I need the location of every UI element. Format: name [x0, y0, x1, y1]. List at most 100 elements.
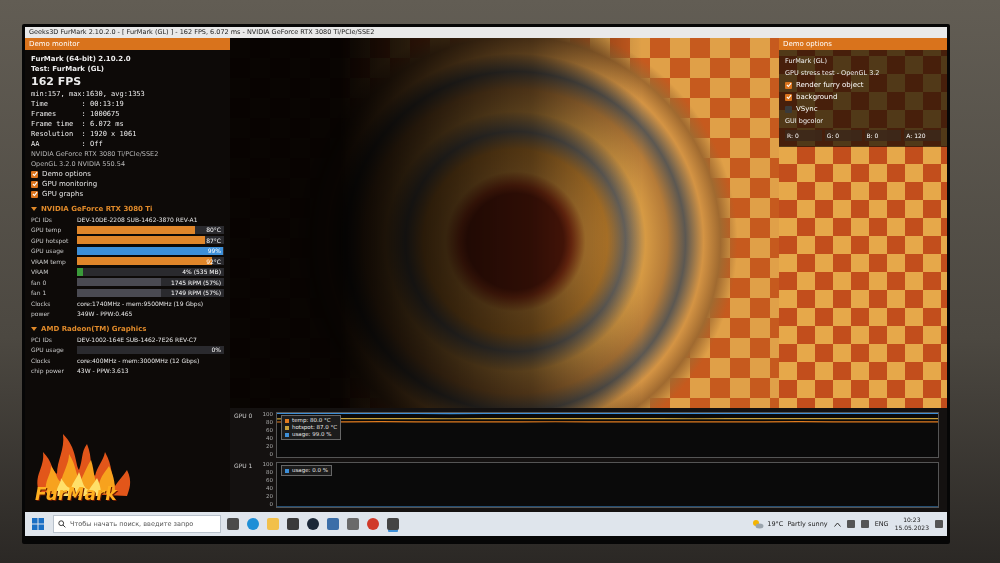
store-icon[interactable] [287, 518, 299, 530]
row-label: fan 1 [31, 289, 77, 296]
edge-icon[interactable] [247, 518, 259, 530]
row-label: VRAM temp [31, 258, 77, 265]
windows-icon [32, 518, 44, 530]
graph: GPU 1100806040200usage: 0.0 % [234, 462, 939, 508]
row-label: Clocks [31, 300, 77, 307]
legend-swatch [285, 469, 289, 473]
expand-icon [31, 207, 37, 211]
row-label: PCI IDs [31, 336, 77, 343]
gpu-header[interactable]: NVIDIA GeForce RTX 3080 Ti [31, 203, 224, 214]
legend-swatch [285, 433, 289, 437]
network-icon[interactable] [847, 520, 855, 528]
logo-text: FurMark [35, 484, 117, 504]
color-field[interactable]: R: 0 [785, 130, 822, 141]
info-line: NVIDIA GeForce RTX 3080 Ti/PCIe/SSE2 [31, 149, 224, 159]
checkbox[interactable] [785, 106, 792, 113]
pinned-apps [227, 518, 399, 530]
language-indicator[interactable]: ENG [875, 520, 889, 528]
taskbar: Чтобы начать поиск, введите запро 19°C Pa… [25, 512, 947, 536]
gpu-row: chip power43W - PPW:3.613 [31, 366, 224, 377]
tick: 40 [266, 436, 273, 442]
furry-object-render [230, 38, 779, 408]
gpu-row: PCI IDsDEV-1002-164E SUB-1462-7E26 REV-C… [31, 334, 224, 345]
checkbox[interactable] [31, 171, 38, 178]
weather[interactable]: 19°C Partly sunny [752, 519, 827, 529]
start-button[interactable] [29, 515, 47, 533]
system-tray: 19°C Partly sunny ENG 10:2315.05.2023 [752, 516, 943, 532]
furmark-logo: FurMark [31, 430, 141, 508]
tick: 20 [266, 494, 273, 500]
checkbox-row[interactable]: VSync [785, 104, 941, 114]
legend-item: usage: 99.0 % [285, 431, 337, 438]
color-field[interactable]: A: 120 [904, 130, 941, 141]
row-label: chip power [31, 367, 77, 374]
monitor: Geeks3D FurMark 2.10.2.0 - [ FurMark (GL… [22, 24, 950, 544]
checkbox[interactable] [31, 181, 38, 188]
expand-icon [31, 327, 37, 331]
checkbox-row[interactable]: GPU monitoring [31, 179, 224, 189]
info-line: OpenGL 3.2.0 NVIDIA 550.54 [31, 159, 224, 169]
checkbox-row[interactable]: background [785, 92, 941, 102]
legend: usage: 0.0 % [281, 465, 332, 476]
row-value: core:400MHz - mem:3000MHz (12 Gbps) [77, 357, 224, 364]
checkbox[interactable] [31, 191, 38, 198]
meter-fill [77, 278, 161, 286]
checkbox-row[interactable]: Demo options [31, 169, 224, 179]
row-label: GPU temp [31, 226, 77, 233]
checkbox-row[interactable]: Render furry object [785, 80, 941, 90]
explorer-icon[interactable] [267, 518, 279, 530]
steam-icon[interactable] [307, 518, 319, 530]
info-line: FurMark (64-bit) 2.10.2.0 [31, 54, 224, 64]
check-icon [786, 82, 792, 88]
gpu-row: VRAM temp92°C [31, 256, 224, 267]
meter-fill [77, 247, 223, 255]
meter: 87°C [77, 236, 224, 244]
line-chart [277, 463, 938, 507]
bgcolor-label: GUI bgcolor [785, 116, 941, 126]
task-view-icon[interactable] [227, 518, 239, 530]
gpu-row: GPU usage0% [31, 345, 224, 356]
search-icon [58, 520, 66, 528]
gpu-header[interactable]: AMD Radeon(TM) Graphics [31, 323, 224, 334]
row-value: 349W - PPW:0.465 [77, 310, 224, 317]
color-field[interactable]: B: 0 [865, 130, 902, 141]
info-line: Frames : 1000675 [31, 109, 224, 119]
color-field[interactable]: G: 0 [825, 130, 862, 141]
plot-area: temp: 80.0 °Chotspot: 87.0 °Cusage: 99.0… [276, 412, 939, 458]
row-label: VRAM [31, 268, 77, 275]
chevron-up-icon[interactable] [834, 522, 841, 527]
checkbox-row[interactable]: GPU graphs [31, 189, 224, 199]
tick: 0 [270, 502, 274, 508]
clock[interactable]: 10:2315.05.2023 [895, 516, 929, 532]
checkbox[interactable] [785, 82, 792, 89]
row-value: core:1740MHz - mem:9500MHz (19 Gbps) [77, 300, 224, 307]
meter: 1745 RPM (57%) [77, 278, 224, 286]
gpu-row: GPU hotspot87°C [31, 235, 224, 246]
app-icon[interactable] [327, 518, 339, 530]
row-label: GPU hotspot [31, 237, 77, 244]
gpu-row: PCI IDsDEV-10DE-2208 SUB-1462-3870 REV-A… [31, 214, 224, 225]
panel-header: Demo options [779, 38, 947, 50]
graph: GPU 0100806040200temp: 80.0 °Chotspot: 8… [234, 412, 939, 458]
furmark-window: Demo monitorFurMark (64-bit) 2.10.2.0Tes… [25, 38, 947, 512]
furmark-app-icon[interactable] [387, 518, 399, 530]
app-icon[interactable] [367, 518, 379, 530]
meter: 1749 RPM (57%) [77, 289, 224, 297]
notifications-icon[interactable] [935, 520, 943, 528]
gpu-section: NVIDIA GeForce RTX 3080 TiPCI IDsDEV-10D… [31, 203, 224, 319]
checkbox[interactable] [785, 94, 792, 101]
volume-icon[interactable] [861, 520, 869, 528]
meter-fill [77, 226, 195, 234]
row-label: GPU usage [31, 247, 77, 254]
gpu-row: power349W - PPW:0.465 [31, 309, 224, 320]
legend-item: usage: 0.0 % [285, 467, 328, 474]
app-icon[interactable] [347, 518, 359, 530]
info-line: min:157, max:1630, avg:1353 [31, 89, 224, 99]
meter: 99% [77, 247, 224, 255]
plot-area: usage: 0.0 % [276, 462, 939, 508]
tick: 0 [270, 452, 274, 458]
legend: temp: 80.0 °Chotspot: 87.0 °Cusage: 99.0… [281, 415, 341, 440]
info-line: Time : 00:13:19 [31, 99, 224, 109]
info-line: Resolution : 1920 x 1061 [31, 129, 224, 139]
search-box[interactable]: Чтобы начать поиск, введите запро [53, 515, 221, 533]
